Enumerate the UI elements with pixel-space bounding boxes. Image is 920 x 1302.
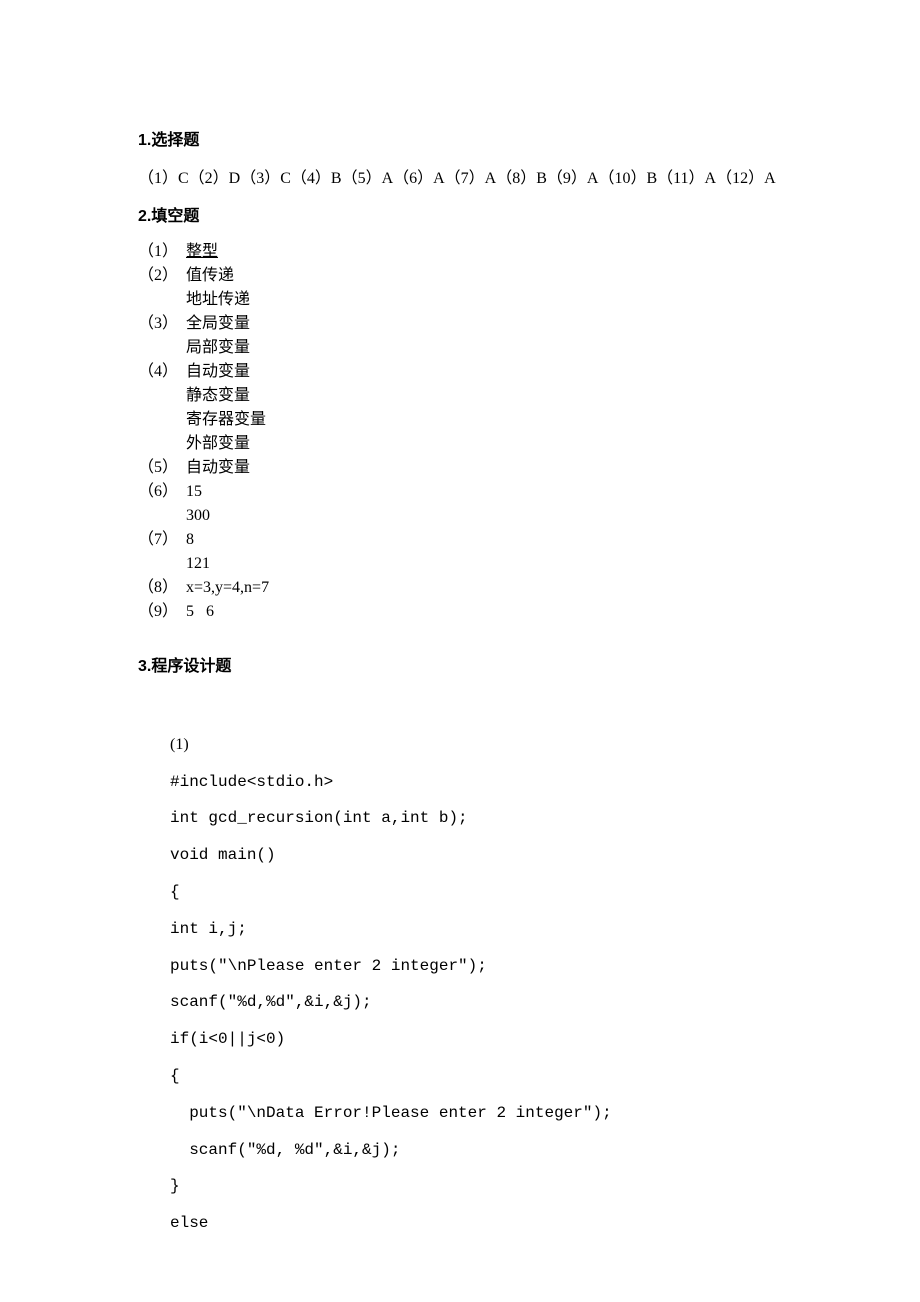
fill-row-3: （3） 全局变量 [138, 312, 790, 336]
fill-val: x=3,y=4,n=7 [186, 576, 269, 600]
program-code-block: (1) #include<stdio.h> int gcd_recursion(… [138, 690, 790, 1242]
fill-val: 5 6 [186, 600, 214, 624]
fill-row-5: （5） 自动变量 [138, 456, 790, 480]
fill-sub: 静态变量 [138, 384, 790, 408]
fill-sub: 局部变量 [138, 336, 790, 360]
fill-row-7: （7） 8 [138, 528, 790, 552]
page-container: 1.选择题 （1）C（2）D（3）C（4）B（5）A（6）A（7）A（8）B（9… [0, 0, 920, 1302]
fill-num: （9） [138, 600, 186, 624]
code-line: scanf("%d, %d",&i,&j); [170, 1141, 400, 1159]
fill-val: 15 [186, 480, 202, 504]
fill-in-block: （1） 整型 （2） 值传递 地址传递 （3） 全局变量 局部变量 （4） 自动… [138, 240, 790, 624]
fill-val: 自动变量 [186, 456, 250, 480]
fill-row-9: （9） 5 6 [138, 600, 790, 624]
code-line: { [170, 883, 180, 901]
program-number: (1) [170, 736, 189, 753]
fill-sub: 外部变量 [138, 432, 790, 456]
section-3-heading: 3.程序设计题 [138, 652, 790, 676]
fill-num: （7） [138, 528, 186, 552]
fill-num: （6） [138, 480, 186, 504]
fill-sub: 300 [138, 504, 790, 528]
code-line: } [170, 1177, 180, 1195]
fill-sub: 121 [138, 552, 790, 576]
fill-num: （2） [138, 264, 186, 288]
fill-val: 值传递 [186, 264, 234, 288]
fill-row-2: （2） 值传递 [138, 264, 790, 288]
code-line: else [170, 1214, 208, 1232]
fill-row-4: （4） 自动变量 [138, 360, 790, 384]
fill-row-6: （6） 15 [138, 480, 790, 504]
code-line: if(i<0||j<0) [170, 1030, 285, 1048]
code-line: puts("\nData Error!Please enter 2 intege… [170, 1104, 612, 1122]
choice-answers-line: （1）C（2）D（3）C（4）B（5）A（6）A（7）A（8）B（9）A（10）… [138, 164, 790, 188]
fill-val: 8 [186, 528, 194, 552]
fill-row-1: （1） 整型 [138, 240, 790, 264]
code-line: { [170, 1067, 180, 1085]
fill-val: 整型 [186, 240, 218, 264]
code-line: puts("\nPlease enter 2 integer"); [170, 957, 487, 975]
code-line: scanf("%d,%d",&i,&j); [170, 993, 372, 1011]
section-1-heading: 1.选择题 [138, 126, 790, 150]
fill-num: （1） [138, 240, 186, 264]
fill-num: （5） [138, 456, 186, 480]
fill-val: 全局变量 [186, 312, 250, 336]
fill-num: （4） [138, 360, 186, 384]
code-line: int i,j; [170, 920, 247, 938]
code-line: void main() [170, 846, 276, 864]
fill-sub: 地址传递 [138, 288, 790, 312]
fill-row-8: （8） x=3,y=4,n=7 [138, 576, 790, 600]
code-line: #include<stdio.h> [170, 773, 333, 791]
fill-sub: 寄存器变量 [138, 408, 790, 432]
section-2-heading: 2.填空题 [138, 202, 790, 226]
fill-val: 自动变量 [186, 360, 250, 384]
code-line: int gcd_recursion(int a,int b); [170, 809, 468, 827]
fill-num: （8） [138, 576, 186, 600]
fill-num: （3） [138, 312, 186, 336]
